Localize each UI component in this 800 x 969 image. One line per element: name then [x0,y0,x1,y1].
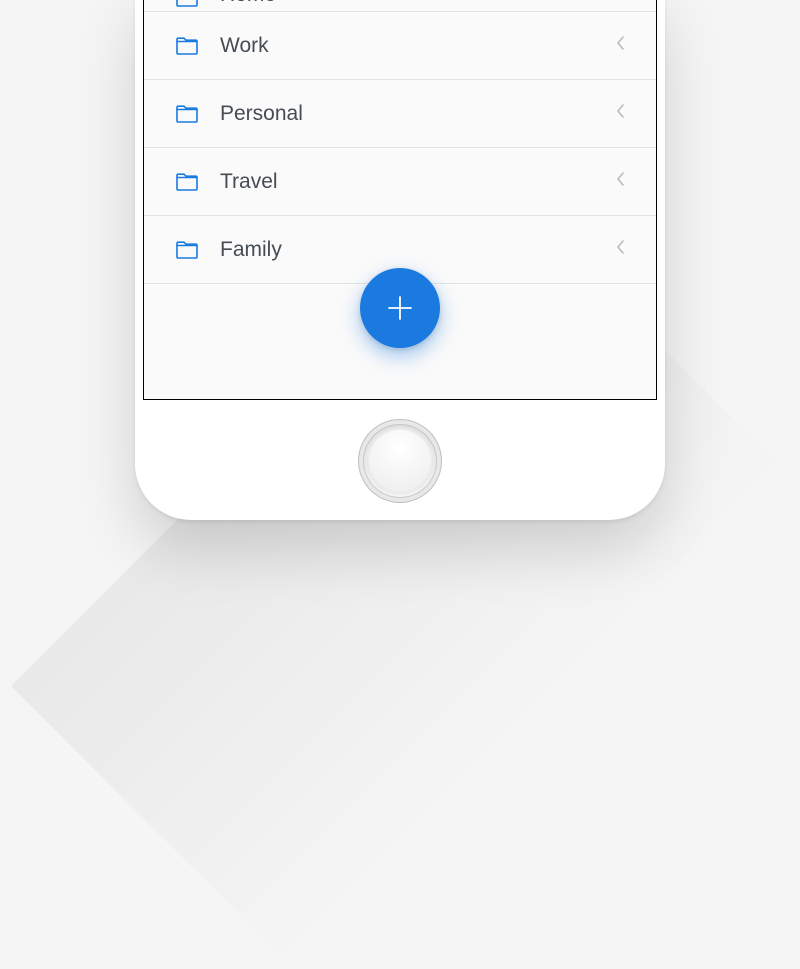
folder-icon [176,105,198,123]
list-item-label: Personal [220,102,614,126]
list-item-label: Family [220,238,614,262]
folder-icon [176,0,198,7]
list-item-label: Travel [220,170,614,194]
chevron-left-icon [614,169,628,194]
list-item[interactable]: Work [144,12,656,80]
folder-icon [176,37,198,55]
list-item[interactable]: Travel [144,148,656,216]
list-item-label: Home [220,0,614,7]
chevron-left-icon [614,33,628,58]
add-button[interactable] [360,268,440,348]
home-button[interactable] [363,424,437,498]
chevron-left-icon [614,101,628,126]
folder-list: Home Work [144,0,656,284]
plus-icon [383,291,417,325]
list-item-label: Work [220,34,614,58]
chevron-left-icon [614,0,628,7]
app-screen: Home Work [143,0,657,400]
folder-icon [176,241,198,259]
home-button-area [143,400,657,504]
list-item[interactable]: Home [144,0,656,12]
list-item[interactable]: Personal [144,80,656,148]
chevron-left-icon [614,237,628,262]
phone-frame: Home Work [135,0,665,520]
folder-icon [176,173,198,191]
